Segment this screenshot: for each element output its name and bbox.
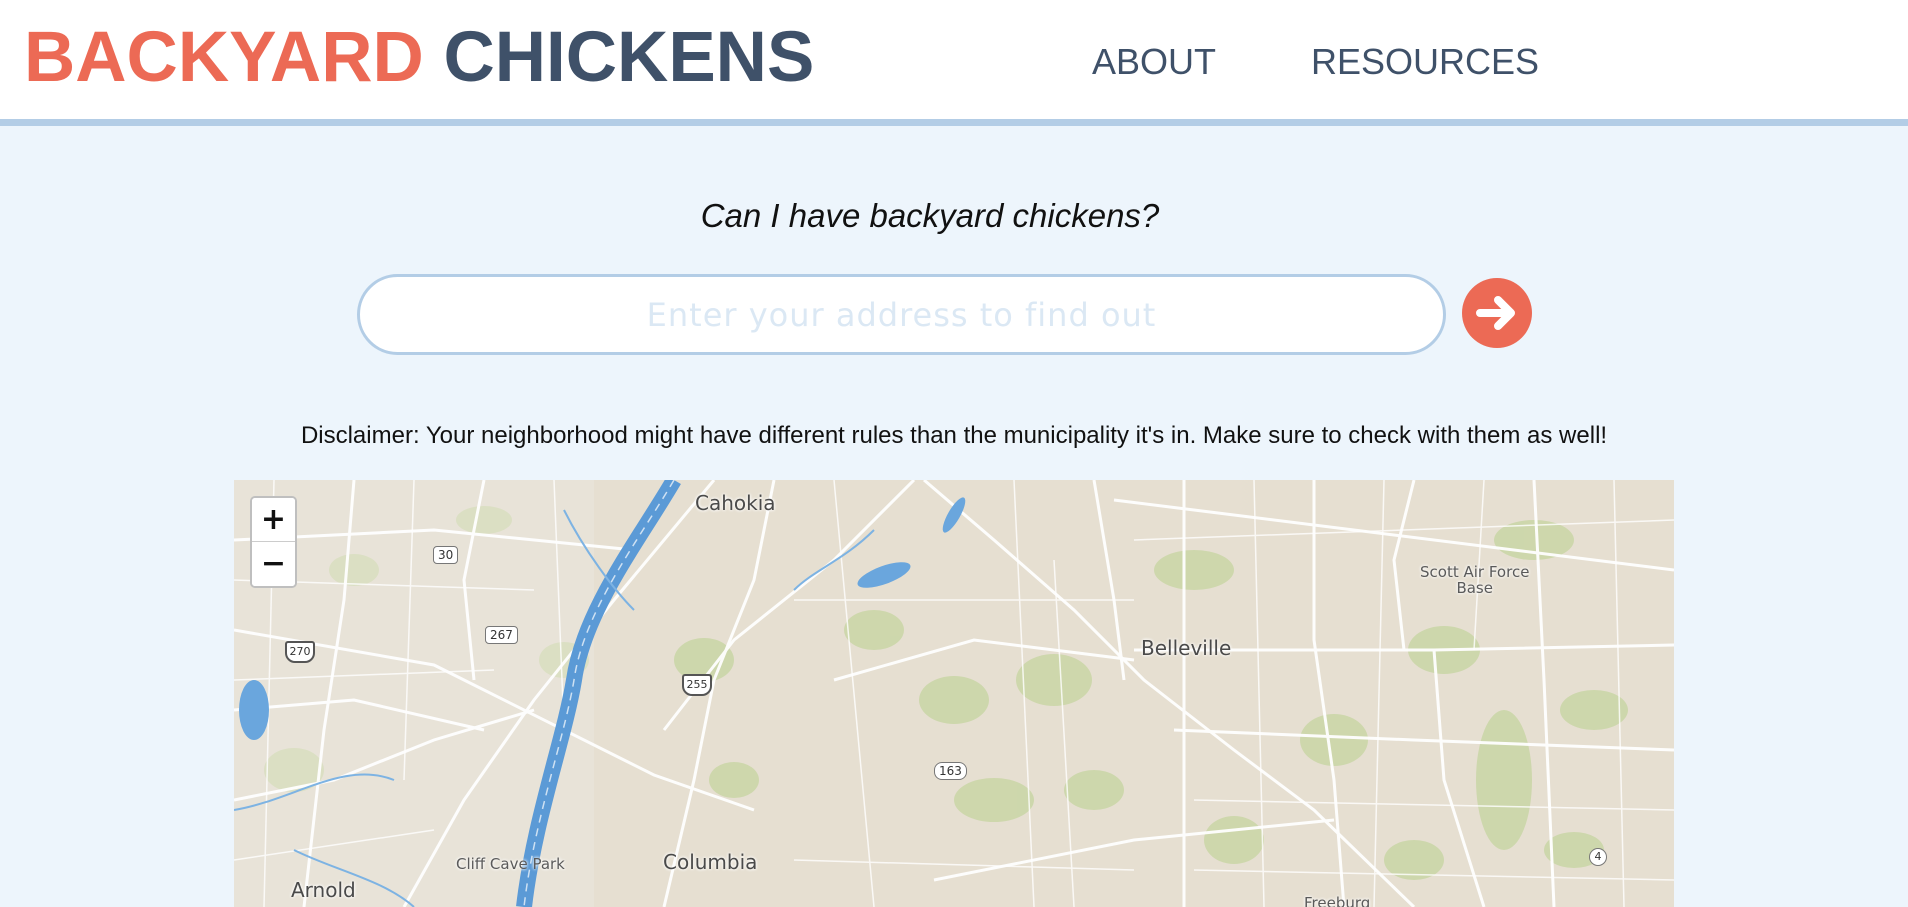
route-shield-163: 163 — [934, 762, 967, 780]
submit-address-button[interactable] — [1462, 278, 1532, 348]
route-shield-255: 255 — [682, 674, 712, 696]
arrow-right-circle-icon — [1476, 296, 1515, 330]
zoom-in-button[interactable]: + — [252, 498, 295, 542]
site-header: BACKYARD CHICKENS ABOUT RESOURCES — [0, 0, 1908, 126]
map-label-scott-afb: Scott Air Force Base — [1420, 563, 1530, 597]
route-shield-4: 4 — [1589, 848, 1607, 866]
nav-link-about[interactable]: ABOUT — [1092, 40, 1216, 84]
route-shield-30: 30 — [433, 546, 459, 564]
map-label-belleville: Belleville — [1141, 636, 1232, 660]
route-shield-267: 267 — [485, 626, 518, 644]
disclaimer-text: Disclaimer: Your neighborhood might have… — [300, 422, 1608, 449]
site-logo[interactable]: BACKYARD CHICKENS — [24, 18, 814, 98]
zoom-control: + − — [250, 496, 297, 588]
route-shield-270: 270 — [285, 641, 315, 663]
map-view[interactable]: + − Cahokia Belleville Scott Air Force B… — [234, 480, 1674, 907]
page-question: Can I have backyard chickens? — [700, 197, 1160, 234]
nav-link-resources[interactable]: RESOURCES — [1311, 40, 1539, 84]
address-search-input[interactable] — [357, 274, 1446, 355]
map-label-freeburg: Freeburg — [1304, 894, 1371, 907]
logo-word-chickens: CHICKENS — [443, 18, 815, 97]
map-tiles — [234, 480, 1674, 907]
map-label-cliff-cave-park: Cliff Cave Park — [456, 855, 565, 873]
zoom-out-button[interactable]: − — [252, 542, 295, 586]
map-label-arnold: Arnold — [291, 878, 356, 902]
map-label-columbia: Columbia — [663, 850, 758, 874]
logo-word-backyard: BACKYARD — [24, 18, 424, 97]
map-label-cahokia: Cahokia — [695, 491, 776, 515]
